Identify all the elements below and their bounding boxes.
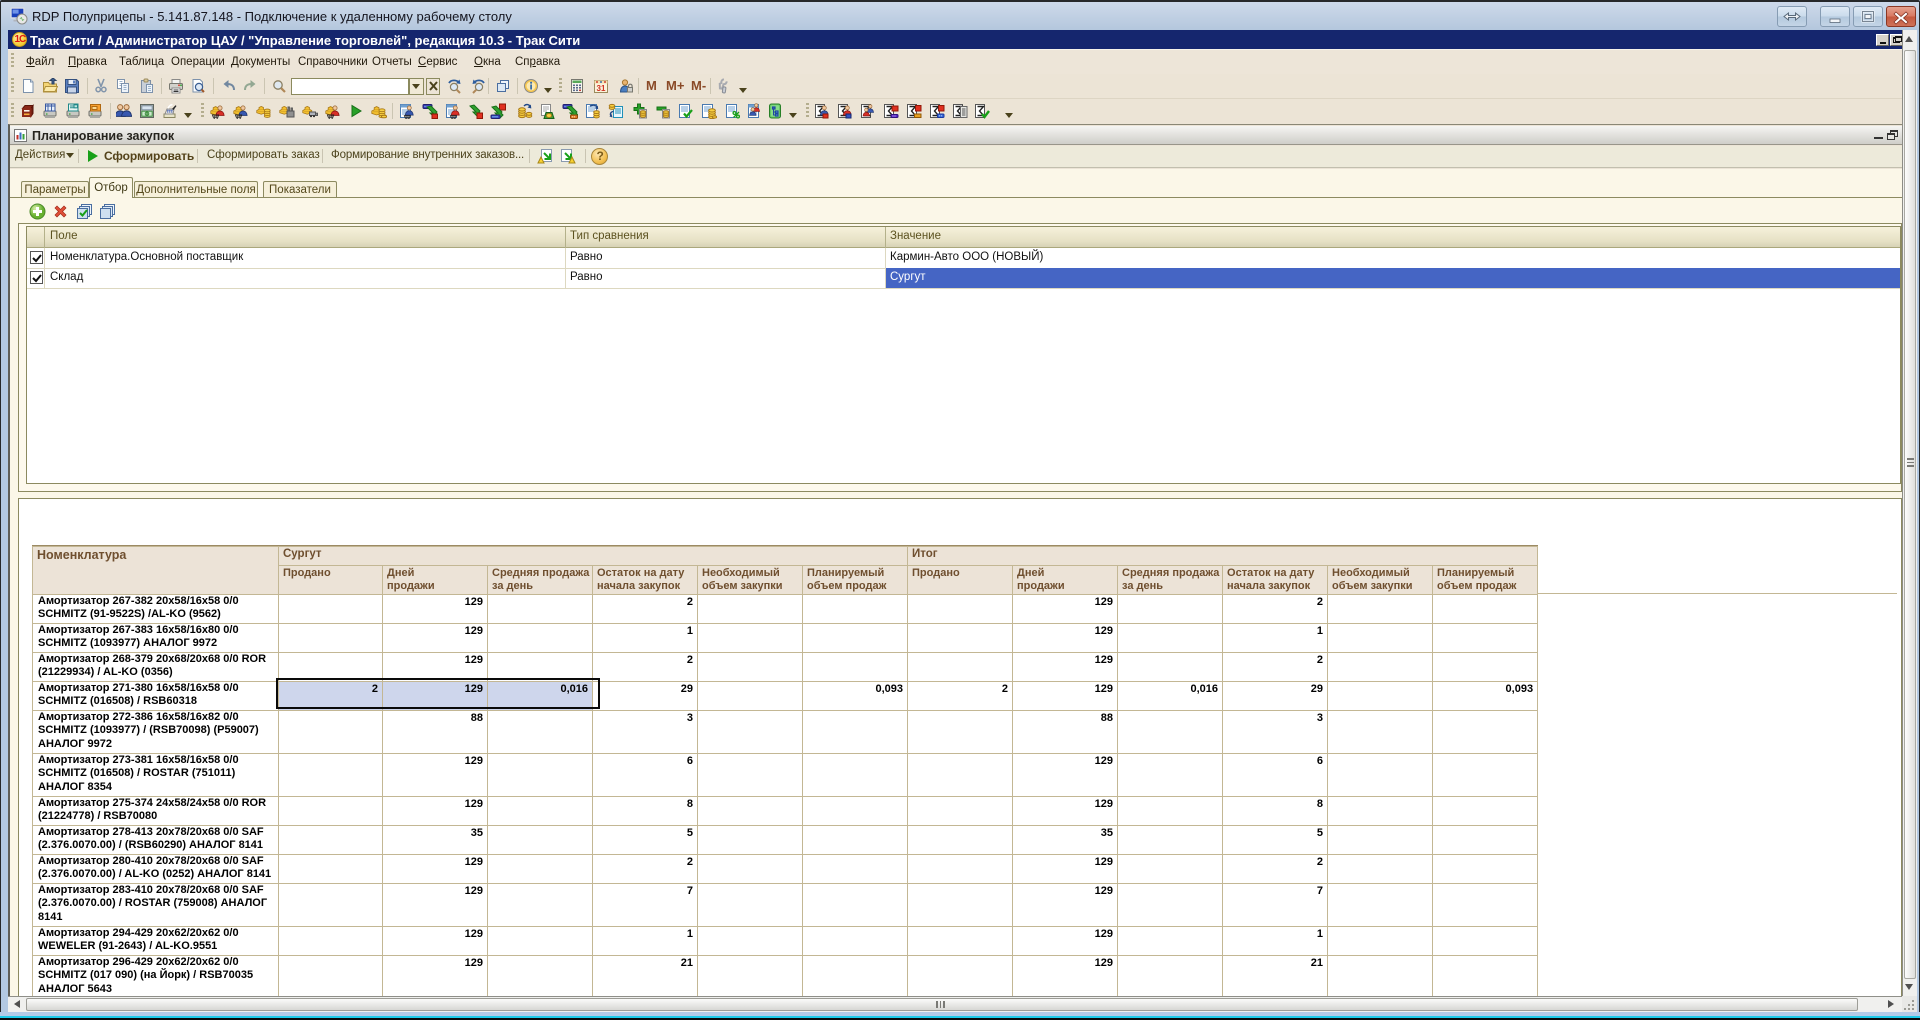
svg-text:31: 31 — [597, 84, 606, 93]
